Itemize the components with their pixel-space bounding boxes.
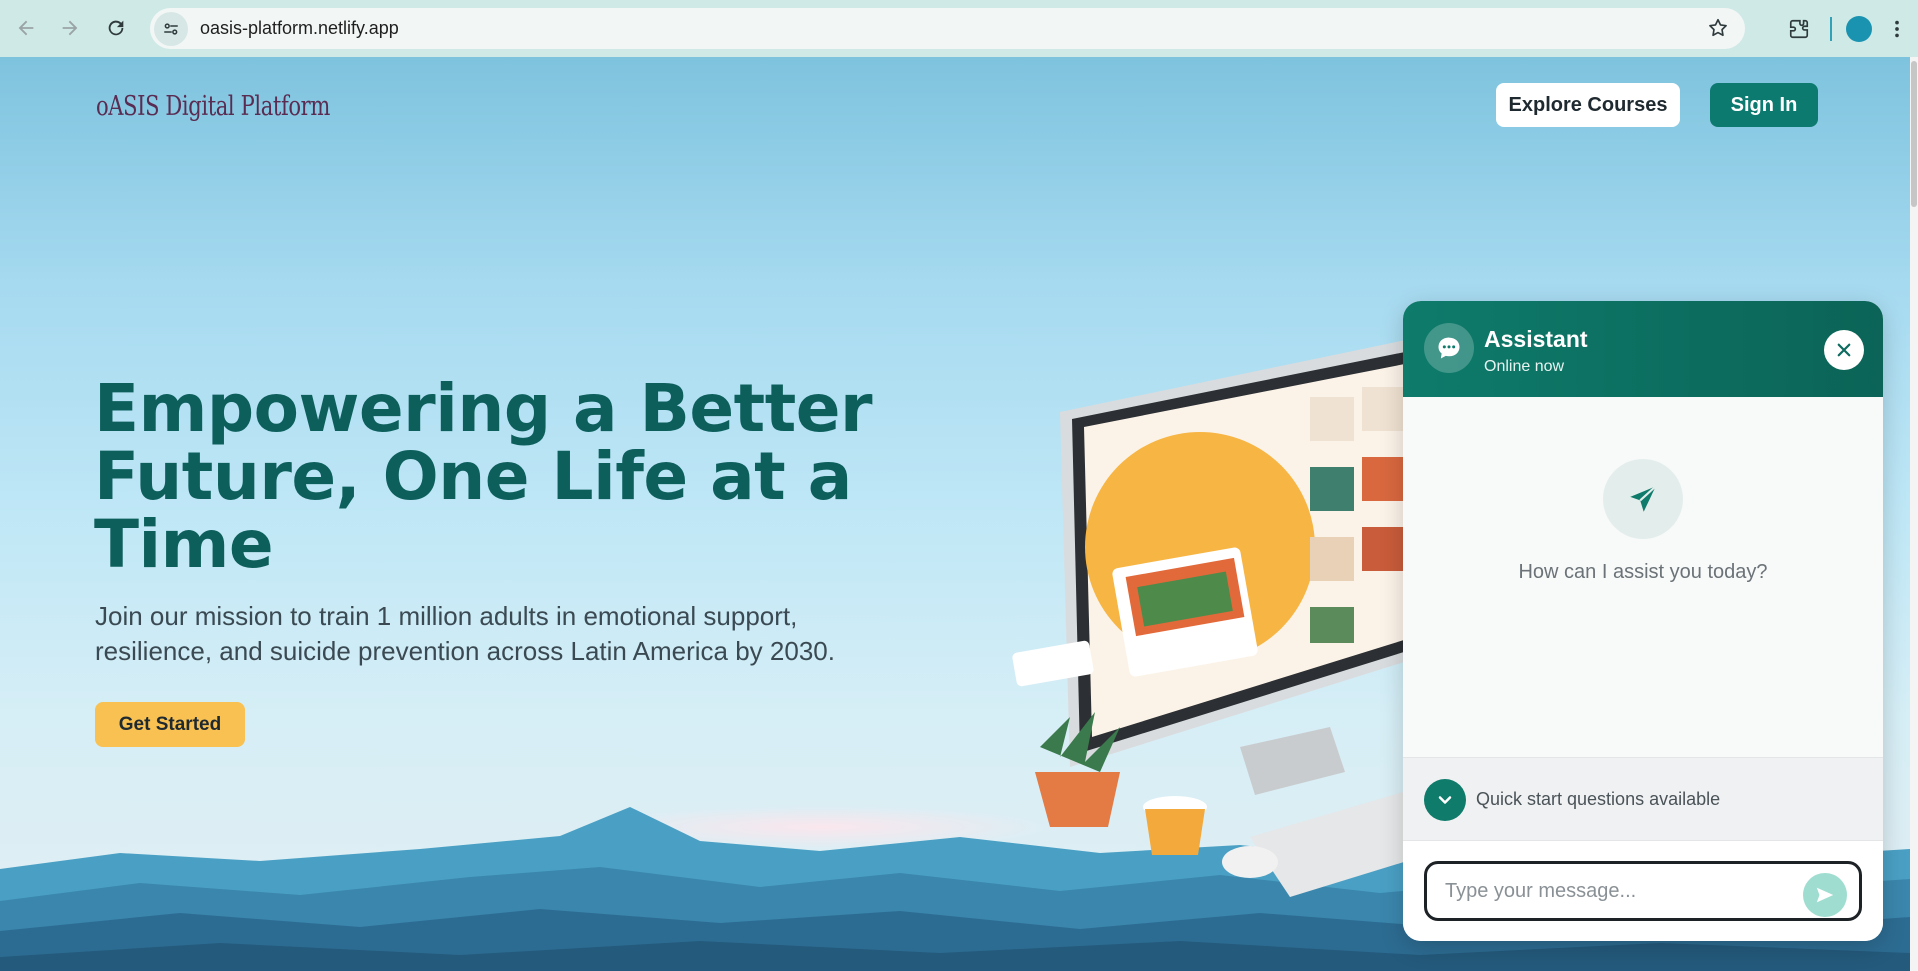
browser-toolbar: oasis-platform.netlify.app — [0, 0, 1918, 57]
get-started-button[interactable]: Get Started — [95, 702, 245, 747]
back-icon — [18, 20, 34, 36]
site-logo[interactable]: oASIS Digital Platform — [96, 91, 330, 122]
toolbar-divider — [1830, 16, 1832, 41]
hero-title: Empowering a Better Future, One Life at … — [94, 370, 873, 583]
bookmark-star-icon[interactable] — [1707, 17, 1729, 39]
forward-button[interactable] — [53, 11, 87, 45]
profile-avatar[interactable] — [1846, 15, 1872, 42]
computer-illustration — [1012, 337, 1420, 897]
forward-icon — [62, 20, 78, 36]
close-icon — [1837, 343, 1851, 357]
quick-start-bar[interactable]: Quick start questions available — [1403, 757, 1883, 841]
quick-start-toggle-button[interactable] — [1424, 779, 1466, 821]
reload-button[interactable] — [99, 11, 133, 45]
extensions-button[interactable] — [1782, 12, 1816, 46]
quick-start-label[interactable]: Quick start questions available — [1476, 789, 1720, 810]
chat-header: Assistant Online now — [1403, 301, 1883, 397]
sign-in-button[interactable]: Sign In — [1710, 83, 1818, 127]
toolbar-right — [1782, 0, 1918, 57]
chat-message-input[interactable] — [1424, 861, 1862, 921]
chat-status: Online now — [1484, 358, 1565, 375]
scrollbar-thumb[interactable] — [1911, 61, 1917, 207]
chat-welcome-prompt: How can I assist you today? — [1518, 561, 1768, 583]
send-icon — [1816, 887, 1834, 903]
chat-widget: Assistant Online now How can I assist yo… — [1403, 301, 1883, 941]
extensions-icon — [1789, 19, 1809, 38]
site-info-icon[interactable] — [154, 11, 188, 46]
chat-close-button[interactable] — [1824, 330, 1864, 370]
paper-plane-icon — [1603, 459, 1683, 539]
address-bar[interactable]: oasis-platform.netlify.app — [150, 8, 1745, 49]
url-text[interactable]: oasis-platform.netlify.app — [200, 18, 399, 39]
page-scrollbar[interactable] — [1910, 57, 1918, 971]
chat-messages-area: How can I assist you today? — [1403, 397, 1883, 757]
chat-bubble-icon — [1424, 323, 1474, 373]
browser-menu-button[interactable] — [1880, 12, 1914, 46]
chat-input-area — [1403, 841, 1883, 941]
chevron-down-icon — [1438, 796, 1452, 804]
hero-subtitle: Join our mission to train 1 million adul… — [95, 601, 835, 666]
explore-courses-button[interactable]: Explore Courses — [1496, 83, 1680, 127]
chat-title: Assistant — [1484, 326, 1588, 352]
back-button[interactable] — [9, 11, 43, 45]
menu-kebab-icon — [1895, 20, 1899, 37]
reload-icon — [108, 20, 124, 36]
send-message-button[interactable] — [1803, 873, 1847, 917]
